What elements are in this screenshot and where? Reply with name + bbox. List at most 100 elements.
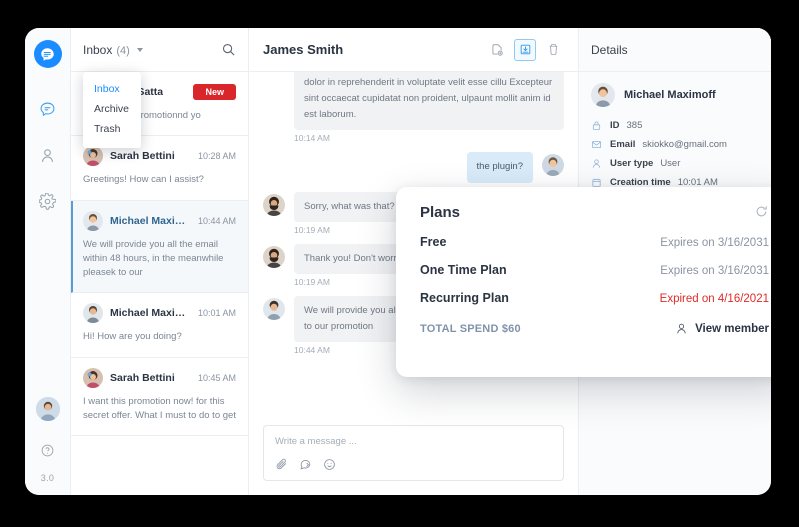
message-bubble: the plugin? <box>466 152 533 183</box>
message-text: Sorry, what was that? <box>304 200 395 212</box>
user-icon <box>675 322 688 335</box>
message-outgoing: the plugin? <box>263 152 564 183</box>
status-badge: New <box>193 84 236 100</box>
emoji-icon[interactable] <box>323 458 336 471</box>
details-header: Details <box>579 28 771 72</box>
avatar <box>83 146 103 167</box>
avatar <box>83 210 103 231</box>
plan-expiry: Expired on 4/16/2021 <box>659 293 769 305</box>
avatar <box>263 245 285 268</box>
detail-value: 385 <box>626 120 643 131</box>
chevron-down-icon <box>136 47 143 52</box>
mail-icon <box>591 139 603 150</box>
list-item-preview: I want this promotion now! for this secr… <box>83 395 236 421</box>
detail-field-user-type: User type User <box>579 154 771 173</box>
plan-row-one-time: One Time Plan Expires on 3/16/2031 <box>420 263 769 277</box>
list-item-preview: Hi! How are you doing? <box>83 331 182 343</box>
avatar <box>263 297 285 320</box>
plan-expiry: Expires on 3/16/2031 <box>660 265 769 277</box>
message-text: dolor in reprehenderit in voluptate veli… <box>304 77 553 121</box>
avatar <box>263 193 285 216</box>
search-icon[interactable] <box>221 42 236 57</box>
detail-key: User type <box>610 158 654 169</box>
composer-toolbar <box>275 458 552 471</box>
archive-icon[interactable] <box>514 38 536 61</box>
details-title: Details <box>591 42 628 57</box>
plans-header: Plans <box>420 204 769 221</box>
dropdown-item-inbox[interactable]: Inbox <box>83 79 141 99</box>
message-input[interactable]: Write a message ... <box>275 436 552 447</box>
plans-title: Plans <box>420 204 461 221</box>
composer-area: Write a message ... <box>249 417 578 495</box>
user-icon <box>591 158 603 169</box>
detail-key: Email <box>610 139 636 150</box>
message-bubble: dolor in reprehenderit in voluptate veli… <box>294 72 564 131</box>
note-add-icon[interactable] <box>486 39 508 61</box>
message-text: the plugin? <box>476 161 523 173</box>
avatar <box>542 154 564 177</box>
nav-chat[interactable] <box>33 94 63 124</box>
list-item[interactable]: Michael Maximoff 10:44 AM We will provid… <box>71 200 248 294</box>
view-member-label: View member <box>695 322 769 335</box>
dropdown-item-trash[interactable]: Trash <box>83 119 141 139</box>
detail-key: ID <box>610 120 620 131</box>
detail-value: skiokko@gmail.com <box>642 139 727 150</box>
list-item-header: Michael Maximoff 10:44 AM <box>83 210 236 231</box>
plan-row-recurring: Recurring Plan Expired on 4/16/2021 <box>420 291 769 305</box>
message-bubble: Sorry, what was that? <box>294 191 405 222</box>
dropdown-item-archive[interactable]: Archive <box>83 99 141 119</box>
list-item-preview: We will provide you all the email within… <box>83 238 224 279</box>
message-composer[interactable]: Write a message ... <box>263 425 564 481</box>
list-item-preview: Greetings! How can I assist? <box>83 174 204 186</box>
nav-contacts[interactable] <box>33 140 63 170</box>
list-item-time: 10:01 AM <box>197 308 236 319</box>
inbox-label: Inbox <box>83 42 113 57</box>
list-item[interactable]: Michael Maximoff 10:01 AM Hi! How are yo… <box>71 293 248 358</box>
view-member-button[interactable]: View member <box>675 322 769 335</box>
list-item-header: Sarah Bettini 10:45 AM <box>83 367 236 388</box>
chat-header: James Smith <box>249 28 578 72</box>
saved-reply-icon[interactable] <box>299 458 312 471</box>
app-version: 3.0 <box>40 473 55 483</box>
list-item-name: Sarah Bettini <box>110 150 175 163</box>
avatar <box>591 83 615 107</box>
detail-field-id: ID 385 <box>579 116 771 135</box>
plans-overlay: Plans Free Expires on 3/16/2031 One Time… <box>396 187 771 377</box>
chat-logo-icon[interactable] <box>33 40 62 68</box>
trash-icon[interactable] <box>542 39 564 61</box>
refresh-icon[interactable] <box>754 204 769 219</box>
avatar <box>83 367 103 388</box>
app-window: 3.0 Inbox (4) Inbox Archive Trash Satta … <box>25 28 771 495</box>
details-profile: Michael Maximoff <box>579 72 771 116</box>
left-nav-rail: 3.0 <box>25 28 71 495</box>
inbox-count: (4) <box>116 44 130 57</box>
avatar <box>83 303 103 324</box>
plan-name: Free <box>420 235 447 249</box>
avatar[interactable] <box>35 397 60 421</box>
list-item-name: Michael Maximoff <box>110 214 191 227</box>
nav-settings[interactable] <box>33 186 63 216</box>
inbox-dropdown-toggle[interactable]: Inbox (4) <box>83 43 143 57</box>
page-title: James Smith <box>263 42 344 57</box>
list-item-time: 10:28 AM <box>197 151 236 162</box>
help-circle-icon[interactable] <box>33 435 63 465</box>
list-item-name: Sarah Bettini <box>110 371 175 384</box>
conversation-list-panel: Inbox (4) Inbox Archive Trash Satta New … <box>71 28 249 495</box>
plan-expiry: Expires on 3/16/2031 <box>660 237 769 249</box>
lock-icon <box>591 120 603 131</box>
attachment-icon[interactable] <box>275 458 288 471</box>
list-item-time: 10:45 AM <box>197 372 236 383</box>
plans-footer: TOTAL SPEND $60 View member <box>420 322 769 335</box>
list-item-header: Michael Maximoff 10:01 AM <box>83 303 236 324</box>
plan-name: Recurring Plan <box>420 291 509 305</box>
message-timestamp: 10:14 AM <box>294 133 330 144</box>
message-incoming: dolor in reprehenderit in voluptate veli… <box>294 72 564 131</box>
inbox-dropdown-menu[interactable]: Inbox Archive Trash <box>83 72 141 148</box>
list-header: Inbox (4) <box>71 28 248 72</box>
plan-row-free: Free Expires on 3/16/2031 <box>420 235 769 249</box>
list-item-name: Michael Maximoff <box>110 307 191 320</box>
list-item[interactable]: Sarah Bettini 10:45 AM I want this promo… <box>71 357 248 436</box>
list-item-header: Sarah Bettini 10:28 AM <box>83 146 236 167</box>
detail-field-email: Email skiokko@gmail.com <box>579 135 771 154</box>
message-text: Thank you! Don't worry, <box>304 252 404 264</box>
